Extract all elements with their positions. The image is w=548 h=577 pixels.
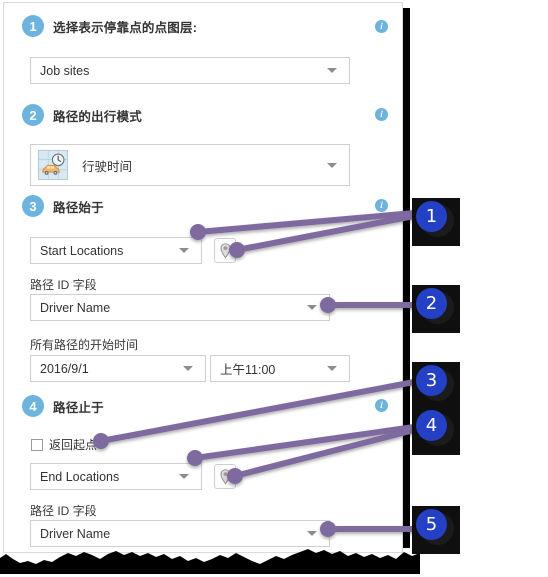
callout-number-3: 3 <box>416 365 447 396</box>
stop-layer-value: Job sites <box>40 63 90 78</box>
start-date-value: 2016/9/1 <box>40 361 89 376</box>
step-3-number: 3 <box>22 195 44 217</box>
callout-number-2: 2 <box>416 288 447 319</box>
start-route-id-label: 路径 ID 字段 <box>30 278 97 292</box>
step-4-number: 4 <box>22 395 44 417</box>
chevron-down-icon <box>304 305 320 310</box>
travel-mode-select[interactable]: 行驶时间 <box>30 144 350 186</box>
callout-number-1: 1 <box>416 201 447 232</box>
step-3-title: 路径始于 <box>53 200 104 215</box>
callout-badge-2: 2 <box>412 285 460 333</box>
callout-number-4: 4 <box>416 410 447 441</box>
step-2-number: 2 <box>22 104 44 126</box>
return-to-start-checkbox[interactable]: 返回起点 <box>31 436 97 453</box>
stop-layer-select[interactable]: Job sites <box>30 57 350 84</box>
start-pin-button[interactable] <box>214 238 236 263</box>
start-route-id-select[interactable]: Driver Name <box>30 294 330 321</box>
step-4-title: 路径止于 <box>53 400 104 415</box>
callout-number-5: 5 <box>416 509 447 540</box>
travel-mode-value: 行驶时间 <box>82 159 133 174</box>
map-pin-icon <box>219 468 231 485</box>
step-1-title: 选择表示停靠点的点图层: <box>53 20 198 35</box>
callout-badge-1: 1 <box>412 198 460 246</box>
checkbox-box[interactable] <box>31 438 43 451</box>
callout-badge-4: 4 <box>412 407 460 455</box>
step-2-title: 路径的出行模式 <box>53 109 142 124</box>
screenshot-torn-bottom-edge <box>0 549 420 574</box>
callout-badge-3: 3 <box>412 362 460 410</box>
chevron-down-icon <box>324 68 340 73</box>
route-settings-panel: 1 选择表示停靠点的点图层: i Job sites 2 路径的出行模式 i 行… <box>3 2 403 553</box>
screenshot-root: 1 选择表示停靠点的点图层: i Job sites 2 路径的出行模式 i 行… <box>0 0 548 577</box>
start-locations-select[interactable]: Start Locations <box>30 237 202 264</box>
info-icon-step-4[interactable]: i <box>375 399 388 412</box>
chevron-down-icon <box>176 474 192 479</box>
step-1-header: 1 选择表示停靠点的点图层: <box>22 15 197 37</box>
car-clock-icon <box>38 150 68 180</box>
chevron-down-icon <box>180 366 196 371</box>
start-locations-value: Start Locations <box>40 243 124 258</box>
start-time-value: 上午11:00 <box>220 363 276 377</box>
return-to-start-label: 返回起点 <box>49 438 98 452</box>
chevron-down-icon <box>304 531 320 536</box>
screenshot-right-edge <box>403 8 410 548</box>
end-pin-button[interactable] <box>214 464 236 489</box>
info-icon-step-2[interactable]: i <box>375 108 388 121</box>
step-3-header: 3 路径始于 <box>22 195 104 217</box>
chevron-down-icon <box>324 162 340 168</box>
step-4-header: 4 路径止于 <box>22 395 104 417</box>
step-2-header: 2 路径的出行模式 <box>22 104 142 126</box>
start-time-label: 所有路径的开始时间 <box>30 338 139 352</box>
end-route-id-label: 路径 ID 字段 <box>30 504 97 518</box>
info-icon-step-3[interactable]: i <box>375 199 388 212</box>
end-locations-value: End Locations <box>40 469 120 484</box>
step-1-number: 1 <box>22 15 44 37</box>
info-icon-step-1[interactable]: i <box>375 20 388 33</box>
end-route-id-value: Driver Name <box>40 526 111 541</box>
end-locations-select[interactable]: End Locations <box>30 463 202 490</box>
chevron-down-icon <box>324 366 340 371</box>
chevron-down-icon <box>176 248 192 253</box>
start-date-select[interactable]: 2016/9/1 <box>30 355 206 382</box>
start-route-id-value: Driver Name <box>40 300 111 315</box>
start-time-select[interactable]: 上午11:00 <box>210 355 350 382</box>
map-pin-icon <box>219 242 231 259</box>
